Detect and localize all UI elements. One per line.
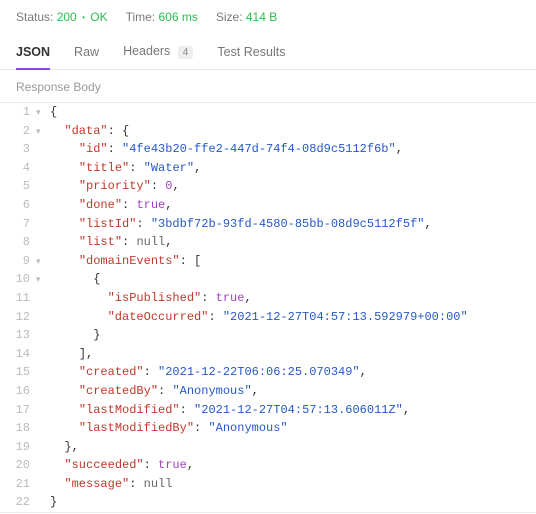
code-line: 13 } — [0, 326, 536, 345]
code-content: "domainEvents": [ — [50, 252, 536, 271]
code-content: "lastModified": "2021-12-27T04:57:13.606… — [50, 401, 536, 420]
code-content: }, — [50, 438, 536, 457]
status-dot-icon: • — [82, 13, 85, 22]
code-content: "done": true, — [50, 196, 536, 215]
line-number: 10 — [0, 270, 36, 289]
fold-toggle-icon[interactable]: ▾ — [36, 107, 50, 121]
line-number: 3 — [0, 140, 36, 159]
code-line: 20 "succeeded": true, — [0, 456, 536, 475]
size-block: Size: 414 B — [216, 10, 277, 24]
line-number: 19 — [0, 438, 36, 457]
line-number: 5 — [0, 177, 36, 196]
code-line: 10▾ { — [0, 270, 536, 289]
code-line: 22} — [0, 493, 536, 512]
code-line: 12 "dateOccurred": "2021-12-27T04:57:13.… — [0, 308, 536, 327]
line-number: 15 — [0, 363, 36, 382]
code-content: "data": { — [50, 122, 536, 141]
line-number: 21 — [0, 475, 36, 494]
code-line: 9▾ "domainEvents": [ — [0, 252, 536, 271]
line-number: 1 — [0, 103, 36, 122]
code-line: 8 "list": null, — [0, 233, 536, 252]
line-number: 8 — [0, 233, 36, 252]
line-number: 12 — [0, 308, 36, 327]
code-content: "dateOccurred": "2021-12-27T04:57:13.592… — [50, 308, 536, 327]
code-line: 18 "lastModifiedBy": "Anonymous" — [0, 419, 536, 438]
size-label: Size: — [216, 10, 243, 24]
code-content: { — [50, 270, 536, 289]
code-content: "createdBy": "Anonymous", — [50, 382, 536, 401]
status-label: Status: — [16, 10, 53, 24]
line-number: 14 — [0, 345, 36, 364]
line-number: 7 — [0, 215, 36, 234]
json-viewer[interactable]: 1▾{2▾ "data": {3 "id": "4fe43b20-ffe2-44… — [0, 102, 536, 513]
line-number: 6 — [0, 196, 36, 215]
tab-json[interactable]: JSON — [16, 39, 50, 69]
tab-headers-label: Headers — [123, 44, 170, 58]
code-content: "succeeded": true, — [50, 456, 536, 475]
code-line: 17 "lastModified": "2021-12-27T04:57:13.… — [0, 401, 536, 420]
time-value: 606 ms — [158, 10, 197, 24]
code-content: "priority": 0, — [50, 177, 536, 196]
line-number: 9 — [0, 252, 36, 271]
code-line: 7 "listId": "3bdbf72b-93fd-4580-85bb-08d… — [0, 215, 536, 234]
code-line: 4 "title": "Water", — [0, 159, 536, 178]
line-number: 22 — [0, 493, 36, 512]
code-content: "lastModifiedBy": "Anonymous" — [50, 419, 536, 438]
line-number: 17 — [0, 401, 36, 420]
fold-toggle-icon[interactable]: ▾ — [36, 274, 50, 288]
line-number: 13 — [0, 326, 36, 345]
code-content: "title": "Water", — [50, 159, 536, 178]
fold-toggle-icon[interactable]: ▾ — [36, 126, 50, 140]
tab-headers[interactable]: Headers 4 — [123, 38, 193, 69]
code-line: 3 "id": "4fe43b20-ffe2-447d-74f4-08d9c51… — [0, 140, 536, 159]
code-content: "isPublished": true, — [50, 289, 536, 308]
code-line: 15 "created": "2021-12-22T06:06:25.07034… — [0, 363, 536, 382]
code-content: } — [50, 493, 536, 512]
line-number: 16 — [0, 382, 36, 401]
code-content: "id": "4fe43b20-ffe2-447d-74f4-08d9c5112… — [50, 140, 536, 159]
status-code: 200 — [57, 10, 77, 24]
line-number: 11 — [0, 289, 36, 308]
code-line: 11 "isPublished": true, — [0, 289, 536, 308]
code-line: 14 ], — [0, 345, 536, 364]
code-content: { — [50, 103, 536, 122]
code-line: 16 "createdBy": "Anonymous", — [0, 382, 536, 401]
response-tabs: JSON Raw Headers 4 Test Results — [0, 32, 536, 70]
tab-test-results[interactable]: Test Results — [217, 39, 285, 69]
fold-toggle-icon[interactable]: ▾ — [36, 256, 50, 270]
code-content: "listId": "3bdbf72b-93fd-4580-85bb-08d9c… — [50, 215, 536, 234]
size-value: 414 B — [246, 10, 277, 24]
code-content: "list": null, — [50, 233, 536, 252]
status-ok: OK — [90, 10, 107, 24]
time-block: Time: 606 ms — [126, 10, 198, 24]
code-line: 21 "message": null — [0, 475, 536, 494]
code-line: 6 "done": true, — [0, 196, 536, 215]
headers-count-badge: 4 — [178, 46, 194, 59]
response-body-label: Response Body — [0, 70, 536, 102]
time-label: Time: — [126, 10, 156, 24]
status-block: Status: 200 • OK — [16, 10, 108, 24]
code-content: } — [50, 326, 536, 345]
code-line: 5 "priority": 0, — [0, 177, 536, 196]
line-number: 18 — [0, 419, 36, 438]
line-number: 2 — [0, 122, 36, 141]
code-content: ], — [50, 345, 536, 364]
line-number: 4 — [0, 159, 36, 178]
code-content: "created": "2021-12-22T06:06:25.070349", — [50, 363, 536, 382]
code-content: "message": null — [50, 475, 536, 494]
status-bar: Status: 200 • OK Time: 606 ms Size: 414 … — [0, 0, 536, 32]
code-line: 1▾{ — [0, 103, 536, 122]
code-line: 2▾ "data": { — [0, 122, 536, 141]
tab-raw[interactable]: Raw — [74, 39, 99, 69]
line-number: 20 — [0, 456, 36, 475]
code-line: 19 }, — [0, 438, 536, 457]
